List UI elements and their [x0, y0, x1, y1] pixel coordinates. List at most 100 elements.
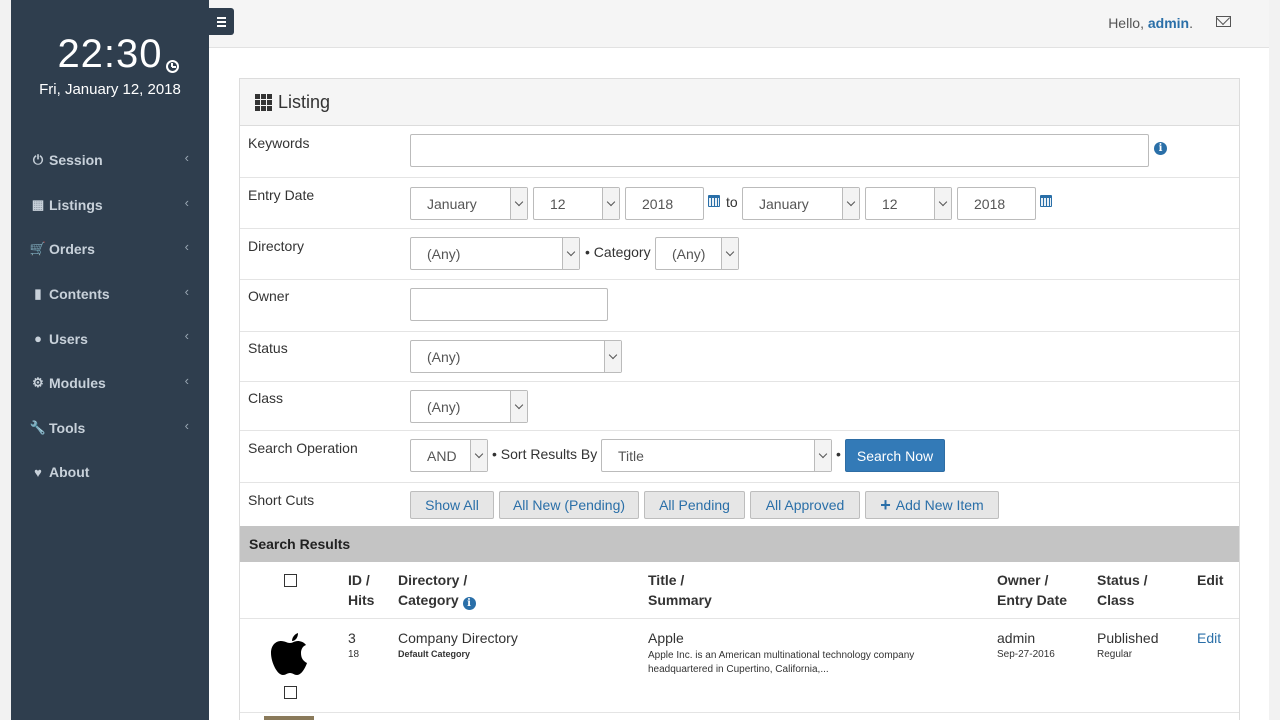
chevron-left-icon: ‹ [184, 194, 189, 210]
sort-results-select[interactable]: Title [601, 439, 832, 472]
username-link[interactable]: admin [1148, 15, 1189, 31]
chevron-down-icon [842, 188, 859, 219]
info-icon[interactable]: i [1154, 142, 1167, 155]
row-checkbox[interactable] [284, 686, 297, 699]
owner-input[interactable] [410, 288, 608, 321]
separator-dot: • [836, 446, 841, 462]
search-now-button[interactable]: Search Now [845, 439, 945, 472]
row-directory: Company Directory [398, 630, 518, 646]
category-label: • Category [585, 244, 651, 260]
sidebar-item-users[interactable]: ● Users ‹ [11, 316, 209, 361]
calendar-icon[interactable] [1040, 195, 1052, 207]
chevron-down-icon [934, 188, 951, 219]
from-month-select[interactable]: January [410, 187, 528, 220]
all-new-pending-button[interactable]: All New (Pending) [499, 491, 639, 519]
sidebar-item-listings[interactable]: ▦ Listings ‹ [11, 183, 209, 228]
class-select[interactable]: (Any) [410, 390, 528, 423]
row-class: Regular [1097, 649, 1133, 660]
from-year-input[interactable]: 2018 [625, 187, 704, 220]
greeting-prefix: Hello, [1108, 15, 1144, 31]
directory-value: (Any) [427, 245, 461, 262]
category-value: (Any) [672, 245, 706, 262]
row-edit-link[interactable]: Edit [1197, 630, 1221, 646]
search-operation-label: Search Operation [248, 440, 358, 456]
title-header-line: Title / [648, 572, 685, 588]
to-year-value: 2018 [974, 195, 1006, 212]
listing-panel: Listing Keywords i Entry Date January 12… [239, 78, 1240, 720]
plus-icon: + [880, 495, 891, 515]
class-value: (Any) [427, 398, 461, 415]
grid-icon: ▦ [31, 196, 45, 212]
power-icon: ⏻ [32, 152, 44, 168]
show-all-button[interactable]: Show All [410, 491, 494, 519]
to-day-select[interactable]: 12 [865, 187, 952, 220]
mail-icon[interactable] [1216, 16, 1231, 27]
from-year-value: 2018 [642, 195, 674, 212]
chevron-down-icon [604, 341, 621, 372]
to-month-select[interactable]: January [742, 187, 860, 220]
chevron-left-icon: ‹ [184, 150, 189, 165]
calendar-icon[interactable] [708, 195, 720, 207]
greeting-suffix: . [1189, 15, 1193, 31]
chevron-left-icon: ‹ [184, 417, 189, 433]
search-operation-value: AND [427, 447, 457, 464]
category-select[interactable]: (Any) [655, 237, 739, 270]
search-operation-select[interactable]: AND [410, 439, 488, 472]
directory-label: Directory [248, 238, 305, 254]
row-owner: admin [997, 630, 1036, 646]
chevron-down-icon [510, 188, 527, 219]
entry-date-row: Entry Date January 12 2018 to January 12… [240, 178, 1239, 229]
status-select[interactable]: (Any) [410, 340, 622, 373]
sidebar-item-label: Tools [49, 419, 86, 436]
chevron-down-icon [814, 440, 831, 471]
table-row: 3 18 Company Directory Default Category … [240, 619, 1239, 713]
class-row: Class (Any) [240, 382, 1239, 431]
next-row-thumbnail [264, 716, 314, 720]
add-new-item-label: Add New Item [895, 497, 984, 513]
directory-select[interactable]: (Any) [410, 237, 580, 270]
row-status: Published [1097, 630, 1159, 646]
sidebar-item-modules[interactable]: ⚙ Modules ‹ [11, 361, 209, 406]
row-hits: 18 [348, 649, 360, 660]
status-value: (Any) [427, 348, 461, 365]
add-new-item-button[interactable]: + Add New Item [865, 491, 999, 519]
entry-date-label: Entry Date [248, 187, 315, 203]
search-results-header: Search Results [240, 526, 1239, 562]
sidebar-item-label: Orders [49, 241, 95, 258]
info-icon[interactable]: i [462, 597, 476, 610]
sidebar-item-orders[interactable]: 🛒 Orders ‹ [11, 227, 209, 272]
sidebar-item-session[interactable]: ⏻ Session ‹ [11, 138, 209, 183]
keywords-input[interactable] [410, 134, 1149, 167]
hamburger-line [217, 16, 226, 19]
sidebar-item-contents[interactable]: ▮ Contents ‹ [11, 272, 209, 317]
results-table-header: ID / Hits Directory / Category i Title / Su… [240, 562, 1239, 619]
clock-time: 22:30 [57, 32, 179, 77]
panel-header: Listing [240, 79, 1239, 126]
sort-results-label: • Sort Results By [492, 446, 598, 462]
sort-results-value: Title [618, 447, 644, 464]
all-approved-button[interactable]: All Approved [750, 491, 860, 519]
search-results-title: Search Results [249, 536, 351, 552]
id-hits-header: ID / Hits [348, 570, 374, 610]
id-header-line: ID / [348, 572, 370, 588]
chevron-left-icon: ‹ [184, 328, 189, 344]
user-icon: ● [34, 331, 42, 347]
sidebar-item-about[interactable]: ♥ About [11, 450, 209, 495]
from-month-value: January [427, 195, 477, 212]
keywords-row: Keywords i [240, 126, 1239, 178]
menu-toggle-button[interactable] [209, 8, 234, 35]
sidebar-item-tools[interactable]: 🔧 Tools ‹ [11, 406, 209, 451]
row-title: Apple [648, 630, 684, 646]
class-label: Class [248, 390, 284, 406]
entry-date-header-line: Entry Date [997, 592, 1068, 608]
chevron-left-icon: ‹ [184, 239, 189, 255]
from-day-select[interactable]: 12 [533, 187, 620, 220]
owner-label: Owner [248, 288, 290, 304]
all-pending-button[interactable]: All Pending [644, 491, 745, 519]
to-month-value: January [759, 195, 809, 212]
to-year-input[interactable]: 2018 [957, 187, 1036, 220]
wrench-icon: 🔧 [29, 419, 47, 435]
select-all-checkbox[interactable] [284, 574, 297, 587]
hamburger-line [217, 20, 226, 23]
directory-category-header: Directory / Category i [398, 570, 476, 610]
